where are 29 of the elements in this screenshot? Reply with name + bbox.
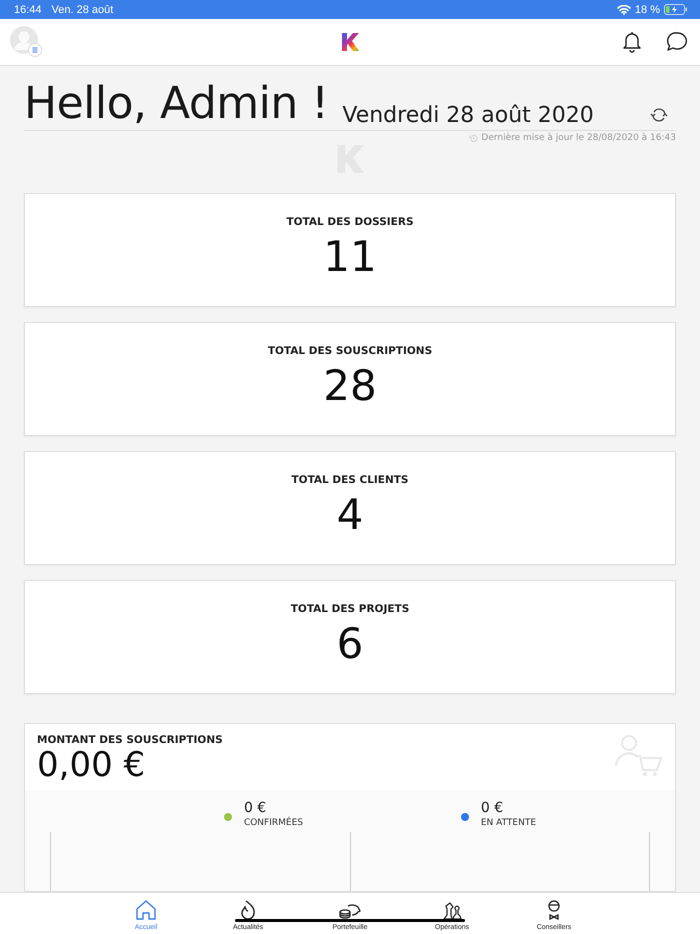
greeting-title: Hello, Admin !	[24, 78, 328, 130]
stat-value: 4	[336, 490, 364, 539]
chess-pieces-icon	[441, 900, 463, 920]
status-date: Ven. 28 août	[52, 4, 114, 16]
battery-percentage: 18 %	[634, 4, 660, 16]
battery-icon	[664, 4, 688, 15]
bell-icon[interactable]	[622, 31, 642, 53]
stat-value: 6	[336, 619, 364, 668]
amount-value: 0,00 €	[37, 746, 146, 784]
amount-title: MONTANT DES SOUSCRIPTIONS	[37, 734, 223, 746]
home-icon	[135, 900, 157, 920]
legend-value: 0 €	[244, 800, 268, 816]
chat-icon[interactable]	[666, 31, 688, 53]
history-icon	[469, 134, 478, 142]
stat-value: 11	[323, 232, 377, 281]
current-date: Vendredi 28 août 2020	[342, 103, 594, 128]
logo-icon	[341, 33, 359, 51]
status-time: 16:44	[14, 4, 42, 16]
wifi-icon	[616, 4, 631, 15]
legend-label: EN ATTENTE	[480, 818, 536, 828]
stat-label: TOTAL DES SOUSCRIPTIONS	[268, 345, 432, 357]
stat-value: 28	[323, 361, 377, 410]
refresh-icon[interactable]	[650, 107, 668, 123]
stat-label: TOTAL DES DOSSIERS	[286, 216, 414, 228]
legend-value: 0 €	[480, 800, 504, 816]
legend-label: CONFIRMÉES	[244, 818, 303, 828]
stat-label: TOTAL DES PROJETS	[290, 603, 410, 615]
last-update-text: Dernière mise à jour le 28/08/2020 à 16:43	[481, 133, 676, 143]
stat-label: TOTAL DES CLIENTS	[291, 474, 408, 486]
